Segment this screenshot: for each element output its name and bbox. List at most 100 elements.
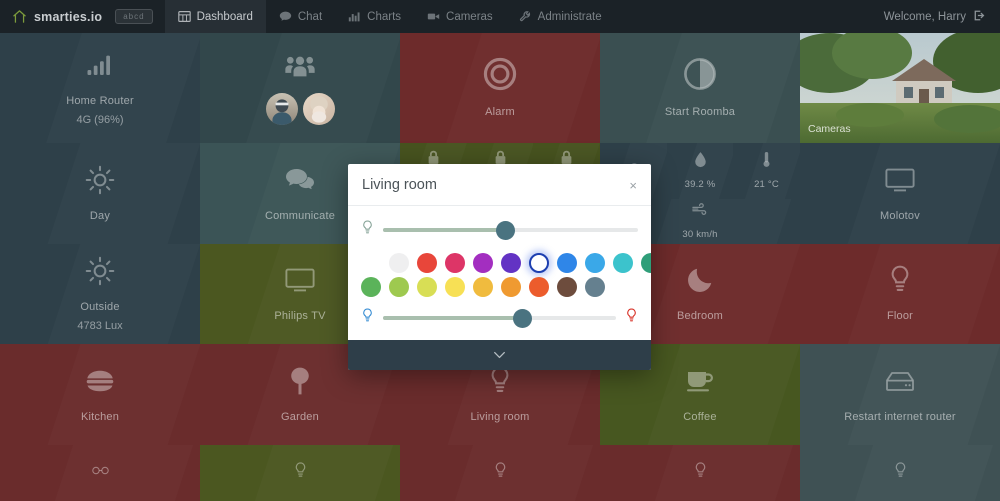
tile-glasses[interactable] [0, 445, 200, 501]
color-swatch[interactable] [389, 277, 409, 297]
avatar[interactable] [302, 93, 335, 125]
bulb-icon [892, 462, 909, 484]
tile-cameras[interactable]: Cameras [800, 33, 1000, 143]
color-swatch[interactable] [557, 277, 577, 297]
top-navbar: smarties.io abcd Dashboard Chat Charts C… [0, 0, 1000, 33]
signal-bars-icon [85, 50, 115, 85]
chevron-down-icon[interactable] [493, 351, 506, 359]
tile-label: Day [89, 209, 111, 222]
color-swatch[interactable] [501, 253, 521, 273]
color-swatch[interactable] [389, 253, 409, 273]
modal-expand-bar[interactable] [348, 340, 651, 370]
tile-sheen [648, 244, 800, 344]
tile-label: Bedroom [676, 310, 724, 322]
tile-label: Outside [80, 300, 120, 313]
color-temperature-slider-knob[interactable] [513, 308, 533, 328]
brand[interactable]: smarties.io abcd [0, 0, 165, 33]
color-swatch[interactable] [641, 253, 651, 273]
nav-label: Cameras [446, 10, 493, 23]
color-temperature-slider[interactable] [383, 308, 616, 328]
color-swatch[interactable] [473, 277, 493, 297]
tile-sheen [655, 445, 793, 501]
tile-label: Kitchen [80, 410, 120, 423]
brightness-slider-knob[interactable] [495, 220, 515, 240]
brightness-slider[interactable] [383, 220, 638, 240]
nav-label: Chat [297, 10, 323, 23]
color-swatch[interactable] [417, 277, 437, 297]
color-swatch[interactable] [529, 277, 549, 297]
tile-communicate-people[interactable] [200, 33, 400, 143]
tile-alarm[interactable]: Alarm [400, 33, 600, 143]
tile-sheen [446, 33, 600, 143]
nav-item-chat[interactable]: Chat [266, 0, 335, 33]
bulb-icon [492, 462, 509, 484]
color-swatch[interactable] [445, 277, 465, 297]
tile-home-router[interactable]: Home Router 4G (96%) [0, 33, 200, 143]
tile-start-roomba[interactable]: Start Roomba [600, 33, 800, 143]
welcome-text: Welcome, Harry [883, 10, 966, 23]
glasses-icon [91, 462, 109, 484]
nav-item-administrate[interactable]: Administrate [506, 0, 615, 33]
brightness-slider-row [361, 217, 638, 243]
tile-molotov[interactable]: Molotov [800, 143, 1000, 244]
brand-badge: abcd [115, 9, 153, 24]
color-swatch[interactable] [585, 277, 605, 297]
chat-bubbles-icon [285, 165, 315, 200]
tile-temperature[interactable]: 21 °C [733, 143, 800, 199]
nav-item-dashboard[interactable]: Dashboard [164, 0, 266, 33]
sun-icon [85, 256, 115, 291]
color-swatch[interactable] [529, 253, 549, 273]
color-swatch[interactable] [445, 253, 465, 273]
color-swatch[interactable] [585, 253, 605, 273]
tile-sublabel: 4G (96%) [76, 113, 124, 126]
color-swatch[interactable] [473, 253, 493, 273]
grid-icon [177, 10, 191, 23]
tile-sheen [848, 244, 1000, 344]
tile-lamp-c[interactable] [600, 445, 800, 501]
tile-label: 30 km/h [682, 229, 718, 240]
tile-sheen [455, 445, 593, 501]
tile-sublabel: 4783 Lux [77, 319, 123, 332]
nav-label: Charts [367, 10, 402, 23]
tile-kitchen[interactable]: Kitchen [0, 344, 200, 445]
color-swatch[interactable] [613, 253, 633, 273]
tile-sheen [657, 199, 792, 244]
tile-label: Communicate [264, 209, 336, 222]
avatar[interactable] [265, 93, 298, 125]
sun-icon [85, 165, 115, 200]
bulb-icon [885, 265, 915, 300]
house-icon [12, 9, 27, 24]
tv-icon [285, 265, 315, 300]
close-icon[interactable]: × [629, 179, 637, 192]
swatch-row-2 [361, 277, 638, 297]
video-camera-icon [427, 10, 440, 23]
tile-outside[interactable]: Outside 4783 Lux [0, 244, 200, 344]
color-swatch[interactable] [501, 277, 521, 297]
color-swatch[interactable] [361, 277, 381, 297]
tile-lamp-d[interactable] [800, 445, 1000, 501]
nav-items: Dashboard Chat Charts Cameras Administra… [164, 0, 615, 33]
tile-sheen [55, 445, 193, 501]
color-swatch[interactable] [557, 253, 577, 273]
tile-sheen [646, 33, 800, 143]
tile-label: Start Roomba [664, 106, 736, 118]
sign-out-icon[interactable] [973, 9, 986, 25]
nav-label: Dashboard [196, 10, 253, 23]
wind-icon [691, 201, 709, 223]
tile-floor[interactable]: Floor [800, 244, 1000, 344]
bulb-icon [292, 462, 309, 484]
tile-lamp-a[interactable] [200, 445, 400, 501]
tile-label: Garden [281, 410, 319, 423]
tile-humidity[interactable]: 39.2 % [667, 143, 733, 199]
tile-lamp-b[interactable] [400, 445, 600, 501]
nav-item-charts[interactable]: Charts [335, 0, 414, 33]
color-swatch[interactable] [417, 253, 437, 273]
tile-restart-internet-router[interactable]: Restart internet router [800, 344, 1000, 445]
tile-day[interactable]: Day [0, 143, 200, 244]
tile-label: Molotov [880, 209, 920, 222]
brightness-slider-fill [383, 228, 506, 232]
alarm-circle-icon [483, 57, 517, 96]
tile-sheen [255, 445, 393, 501]
nav-item-cameras[interactable]: Cameras [414, 0, 506, 33]
tile-sheen [48, 244, 200, 344]
